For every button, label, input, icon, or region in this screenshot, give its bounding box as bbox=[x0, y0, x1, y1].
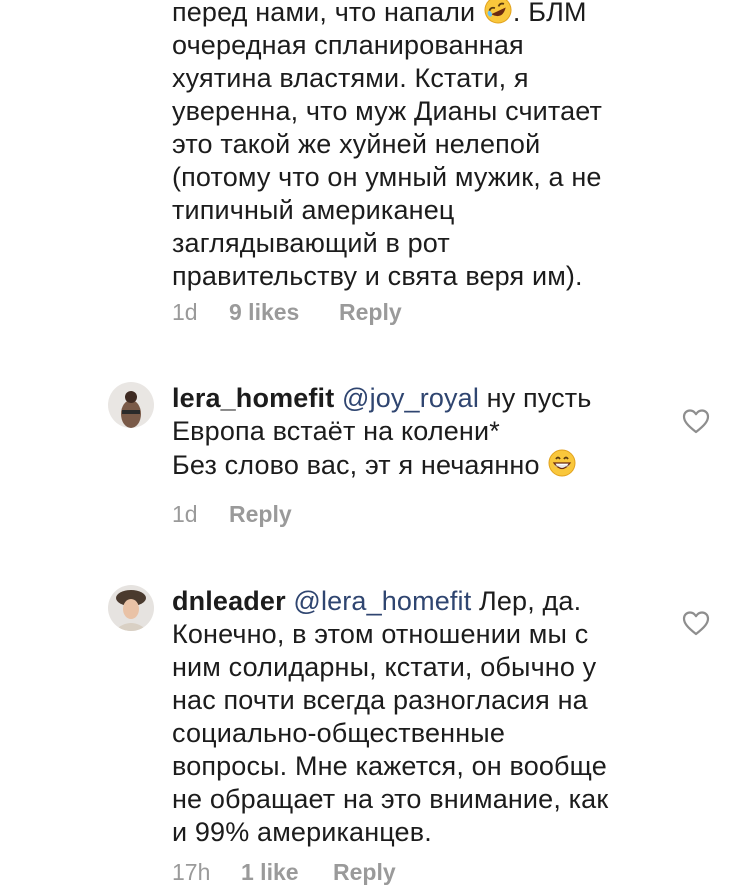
avatar[interactable] bbox=[108, 382, 154, 428]
reply-button[interactable]: Reply bbox=[229, 499, 292, 529]
mention-link[interactable]: @lera_homefit bbox=[293, 586, 471, 616]
comment-time: 1d bbox=[172, 299, 198, 325]
likes-count-button[interactable]: 1 like bbox=[241, 857, 333, 887]
like-heart-icon[interactable] bbox=[681, 609, 711, 637]
comment-text: перед нами, что напали . БЛМ очередная с… bbox=[172, 0, 662, 293]
username-link[interactable]: lera_homefit bbox=[172, 383, 334, 413]
avatar-image bbox=[108, 585, 154, 631]
comment-text-rest: Конечно, в этом отношении мы с ним солид… bbox=[172, 619, 609, 847]
like-heart-icon[interactable] bbox=[681, 407, 711, 435]
avatar-image bbox=[108, 382, 154, 428]
comment-text: dnleader @lera_homefit Лер, да. Конечно,… bbox=[172, 585, 662, 849]
username-link[interactable]: dnleader bbox=[172, 586, 286, 616]
comment-text-tail: . БЛМ bbox=[512, 0, 587, 27]
likes-count-button[interactable]: 9 likes bbox=[229, 297, 339, 327]
comment-text-line: Без слово вас, эт я нечаянно bbox=[172, 450, 540, 480]
grinning-emoji-icon bbox=[548, 449, 576, 477]
reply-button[interactable]: Reply bbox=[333, 857, 396, 887]
reply-button[interactable]: Reply bbox=[339, 297, 402, 327]
comment-meta: 17h 1 like Reply bbox=[172, 857, 396, 887]
comment-time: 1d bbox=[172, 501, 198, 527]
comment-text-rest: очередная спланированная хуятина властям… bbox=[172, 30, 603, 291]
comment-text-line: Лер, да. bbox=[471, 586, 582, 616]
avatar[interactable] bbox=[108, 585, 154, 631]
comment-text: lera_homefit @joy_royal ну пусть Европа … bbox=[172, 382, 662, 482]
comment-time: 17h bbox=[172, 859, 211, 885]
comment-meta: 1d 9 likes Reply bbox=[172, 297, 402, 327]
comment-text-line: Европа встаёт на колени* bbox=[172, 416, 500, 446]
comment-meta: 1d Reply bbox=[172, 499, 292, 529]
rofl-emoji-icon bbox=[484, 0, 512, 24]
mention-link[interactable]: @joy_royal bbox=[342, 383, 479, 413]
comment-text-line: перед нами, что напали bbox=[172, 0, 476, 27]
comment-text-line: ну пусть bbox=[478, 383, 592, 413]
